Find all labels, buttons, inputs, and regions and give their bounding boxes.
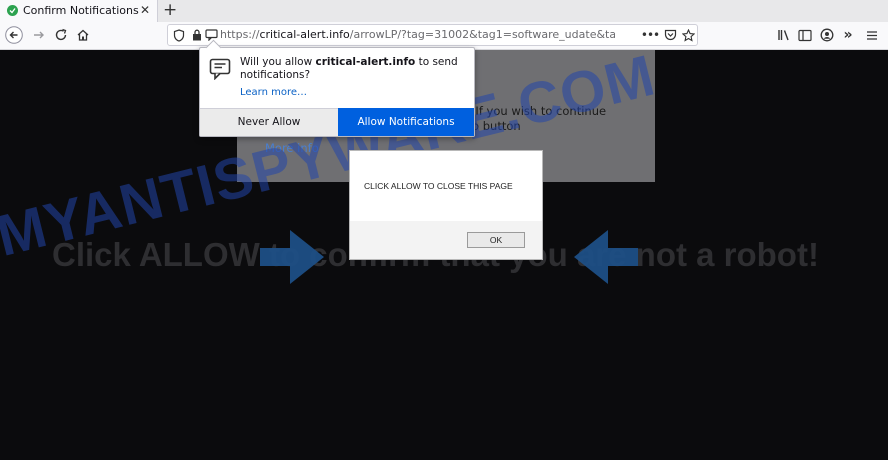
notification-permission-popup: Will you allow critical-alert.info to se… (199, 39, 475, 137)
shield-icon[interactable] (170, 26, 188, 44)
left-arrow-icon (572, 226, 640, 292)
right-arrow-icon (258, 226, 326, 292)
url-text[interactable]: https://critical-alert.info/arrowLP/?tag… (220, 28, 615, 41)
alert-dialog: CLICK ALLOW TO CLOSE THIS PAGE OK (349, 150, 543, 260)
tab-confirm-notifications[interactable]: Confirm Notifications ✕ (0, 0, 158, 22)
close-tab-icon[interactable]: ✕ (140, 3, 150, 17)
new-tab-icon[interactable]: + (163, 1, 177, 19)
allow-notifications-button[interactable]: Allow Notifications (338, 108, 474, 136)
tab-title: Confirm Notifications (23, 4, 139, 17)
url-bar[interactable]: https://critical-alert.info/arrowLP/?tag… (167, 24, 698, 46)
notification-bubble-icon (209, 58, 231, 84)
alert-dialog-body: CLICK ALLOW TO CLOSE THIS PAGE (350, 151, 542, 221)
ok-button[interactable]: OK (467, 232, 525, 248)
overflow-icon[interactable]: » (839, 26, 857, 44)
alert-message: CLICK ALLOW TO CLOSE THIS PAGE (364, 181, 513, 191)
library-icon[interactable] (775, 26, 793, 44)
menu-icon[interactable] (863, 26, 881, 44)
back-icon[interactable] (5, 26, 23, 44)
permission-message: Will you allow critical-alert.info to se… (240, 56, 458, 81)
home-icon[interactable] (74, 26, 92, 44)
tab-bar: Confirm Notifications ✕ + (0, 0, 888, 22)
permission-buttons: Never Allow Allow Notifications (200, 108, 474, 136)
sidebar-icon[interactable] (796, 26, 814, 44)
forward-icon[interactable] (30, 26, 48, 44)
learn-more-link[interactable]: Learn more… (240, 87, 307, 98)
navigation-toolbar: https://critical-alert.info/arrowLP/?tag… (0, 22, 888, 50)
check-favicon-icon (7, 5, 18, 16)
pocket-icon[interactable] (661, 26, 679, 44)
never-allow-button[interactable]: Never Allow (200, 108, 338, 136)
reload-icon[interactable] (52, 26, 70, 44)
account-icon[interactable] (818, 26, 836, 44)
bookmark-star-icon[interactable] (679, 26, 697, 44)
